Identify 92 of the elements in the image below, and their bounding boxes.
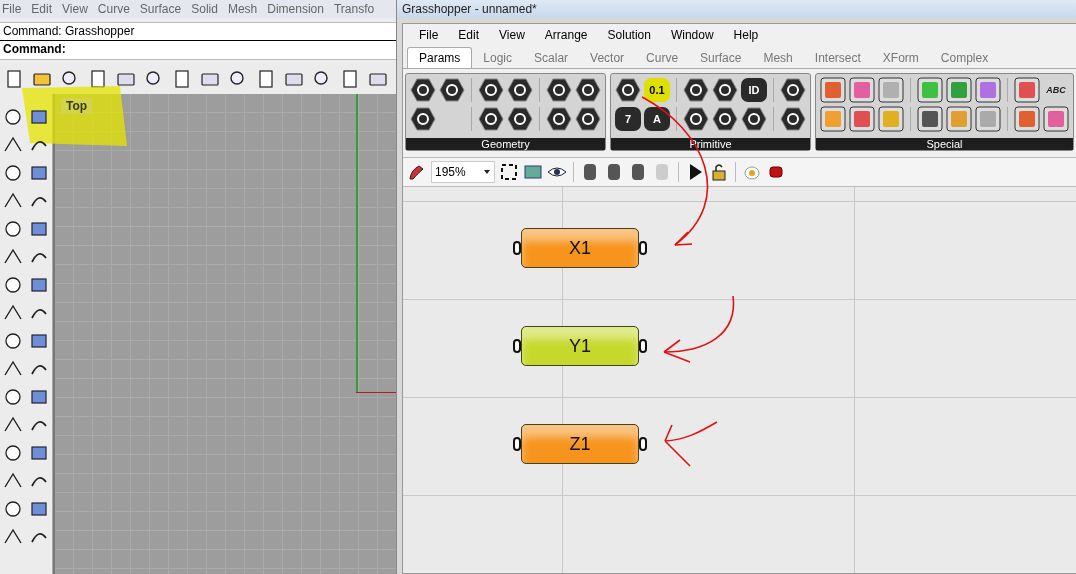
tab[interactable]: Params	[407, 47, 473, 68]
output-grip-icon[interactable]	[639, 437, 647, 451]
component-icon[interactable]	[820, 106, 846, 132]
hexagon-icon[interactable]	[410, 107, 436, 131]
annotation-arrow	[664, 421, 718, 467]
hexagon-icon[interactable]	[780, 78, 806, 102]
hexagon-icon[interactable]	[546, 107, 572, 131]
map-icon[interactable]	[523, 162, 543, 182]
tool-icon[interactable]	[2, 274, 24, 296]
component-icon[interactable]	[975, 77, 1001, 103]
menu-item[interactable]: Edit	[31, 2, 53, 16]
hexagon-icon[interactable]	[683, 107, 709, 131]
component-icon[interactable]	[849, 106, 875, 132]
component-icon[interactable]	[946, 106, 972, 132]
menu-item[interactable]: Surface	[139, 2, 182, 16]
tab[interactable]: Logic	[472, 48, 524, 68]
hexagon-icon[interactable]	[741, 107, 767, 131]
component-icon[interactable]	[917, 106, 943, 132]
command-history: Command: Grasshopper	[2, 23, 136, 40]
component-icon[interactable]: 7	[615, 107, 641, 131]
panel-title[interactable]: Geometry	[406, 138, 605, 150]
component-icon[interactable]	[878, 106, 904, 132]
new-file-icon[interactable]	[4, 69, 24, 89]
tab[interactable]: Mesh	[752, 48, 804, 68]
component-icon[interactable]: ABC	[1043, 77, 1069, 103]
component-icon[interactable]	[946, 77, 972, 103]
tool-icon[interactable]	[2, 218, 24, 240]
component-icon[interactable]: A	[644, 107, 670, 131]
padlock-icon[interactable]	[709, 162, 729, 182]
tool-icon[interactable]	[2, 386, 24, 408]
hexagon-icon[interactable]	[780, 107, 806, 131]
component-icon[interactable]	[1014, 77, 1040, 103]
hexagon-icon[interactable]	[439, 78, 465, 102]
tab[interactable]: Vector	[579, 48, 636, 68]
tool-icon[interactable]	[2, 106, 24, 128]
menu-item[interactable]: Curve	[97, 2, 130, 16]
component-icon[interactable]: ID	[741, 78, 767, 102]
menu-item[interactable]: File	[419, 28, 439, 42]
menu-item[interactable]: Edit	[458, 28, 480, 42]
hexagon-icon[interactable]	[712, 107, 738, 131]
menu-item[interactable]: Solution	[607, 28, 651, 42]
tab[interactable]: Intersect	[803, 48, 872, 68]
tool-icon[interactable]	[2, 162, 24, 184]
tab[interactable]: Surface	[689, 48, 753, 68]
tool-icon[interactable]	[2, 498, 24, 520]
tab[interactable]: Complex	[929, 48, 1000, 68]
hexagon-icon[interactable]	[575, 107, 601, 131]
menu-item[interactable]: Mesh	[227, 2, 258, 16]
output-grip-icon[interactable]	[639, 241, 647, 255]
menu-item[interactable]: View	[499, 28, 525, 42]
menu-item[interactable]: Help	[733, 28, 759, 42]
menu-item[interactable]: Arrange	[544, 28, 588, 42]
component-icon[interactable]	[917, 77, 943, 103]
component-icon[interactable]	[1014, 106, 1040, 132]
hexagon-icon[interactable]	[507, 107, 533, 131]
component-icon[interactable]: 0.1	[644, 78, 670, 102]
annotation-arrow	[663, 295, 735, 363]
parameter-node[interactable]: Z1	[521, 424, 639, 464]
menu-item[interactable]: Solid	[191, 2, 218, 16]
tool-icon[interactable]	[2, 442, 24, 464]
hexagon-icon[interactable]	[683, 78, 709, 102]
menu-item[interactable]: Window	[670, 28, 714, 42]
component-icon[interactable]	[975, 106, 1001, 132]
zoom-field[interactable]: 195%	[431, 161, 495, 183]
hexagon-icon[interactable]	[712, 78, 738, 102]
menu-item[interactable]: Dimension	[267, 2, 324, 16]
menu-item[interactable]: View	[62, 2, 88, 16]
command-prompt[interactable]: Command:	[0, 40, 396, 58]
window-title: Grasshopper - unnamed*	[397, 0, 1076, 18]
tab[interactable]: XForm	[871, 48, 930, 68]
output-grip-icon[interactable]	[639, 339, 647, 353]
hexagon-icon[interactable]	[410, 78, 436, 102]
caret-icon	[483, 168, 491, 176]
component-icon[interactable]	[1043, 106, 1069, 132]
parameter-node[interactable]: Y1	[521, 326, 639, 366]
menu-item[interactable]: File	[2, 2, 22, 16]
component-icon[interactable]	[878, 77, 904, 103]
tab[interactable]: Curve	[635, 48, 690, 68]
panel-title[interactable]: Special	[816, 138, 1073, 150]
component-icon[interactable]	[849, 77, 875, 103]
tab[interactable]: Scalar	[523, 48, 580, 68]
hexagon-icon[interactable]	[546, 78, 572, 102]
component-icon[interactable]	[820, 77, 846, 103]
hexagon-icon[interactable]	[478, 107, 504, 131]
menu-item[interactable]: Transfo	[333, 2, 375, 16]
tool-icon[interactable]	[2, 330, 24, 352]
hexagon-icon[interactable]	[478, 78, 504, 102]
hexagon-icon[interactable]	[507, 78, 533, 102]
hexagon-icon[interactable]	[615, 78, 641, 102]
parameter-node[interactable]: X1	[521, 228, 639, 268]
viewport-label[interactable]: Top	[61, 98, 93, 114]
hexagon-icon[interactable]	[575, 78, 601, 102]
